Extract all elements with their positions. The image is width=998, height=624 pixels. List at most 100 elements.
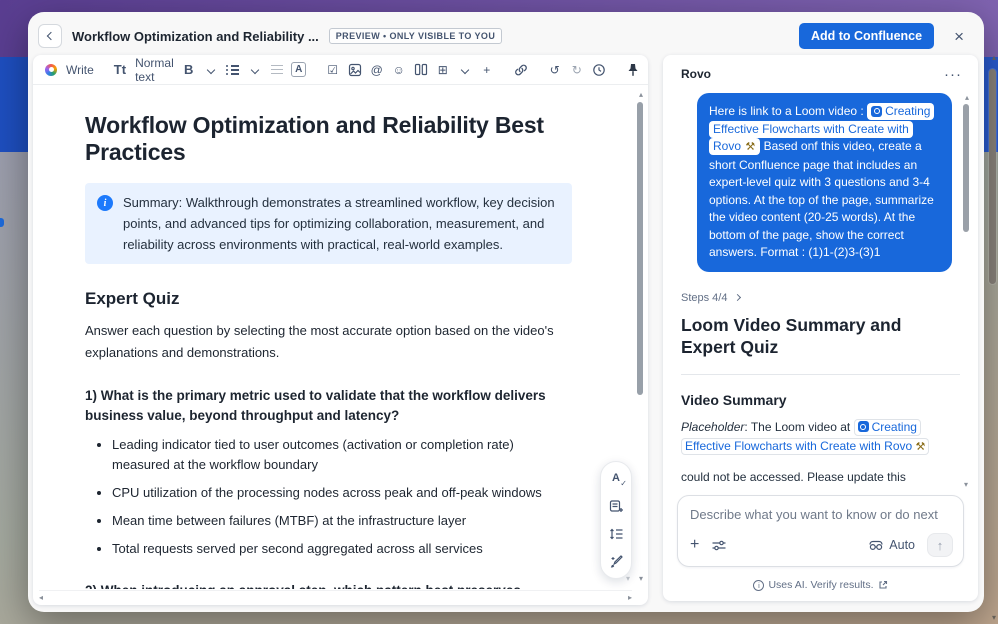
question-2: 2) When introducing an approval step, wh… (85, 581, 572, 589)
composer-actions: + Auto ↑ (690, 533, 953, 557)
result-title: Loom Video Summary and Expert Quiz (681, 314, 902, 357)
sliders-icon (712, 540, 726, 550)
external-link-icon[interactable] (878, 580, 888, 590)
emoji-button[interactable]: ☺ (392, 61, 406, 79)
info-icon: i (753, 579, 765, 591)
page-title: Workflow Optimization and Reliability ..… (72, 28, 319, 44)
text-format-dropdown[interactable] (204, 61, 218, 79)
rovo-scroll-down-icon[interactable]: ▾ (964, 480, 968, 489)
modal-header: Workflow Optimization and Reliability ..… (28, 12, 984, 57)
write-label: Write (66, 62, 94, 77)
list-dropdown[interactable] (248, 61, 262, 79)
text-style-dropdown[interactable]: Tt Normal text (114, 56, 174, 84)
document-title: Workflow Optimization and Reliability Be… (85, 112, 544, 165)
rovo-scrollbar-thumb[interactable] (963, 104, 969, 232)
steps-pager[interactable]: Steps 4/4 (681, 292, 960, 304)
send-button[interactable]: ↑ (927, 533, 953, 557)
video-summary-heading: Video Summary (681, 391, 787, 408)
columns-icon (414, 63, 427, 76)
steps-label: Steps 4/4 (681, 291, 728, 304)
user-message-bubble: Here is link to a Loom video : Creating … (697, 93, 952, 272)
scroll-left-icon[interactable]: ◂ (39, 593, 43, 602)
spellcheck-button[interactable]: A ✓ (607, 470, 627, 488)
image-icon (348, 63, 361, 76)
disclaimer-text: Uses AI. Verify results. (768, 579, 874, 591)
link-button[interactable] (514, 61, 528, 79)
editor-scrollbar-thumb[interactable] (637, 102, 643, 395)
rovo-title: Rovo (681, 67, 711, 81)
close-icon[interactable]: × (954, 28, 964, 45)
text-styles-icon: Tt (113, 62, 127, 77)
list-item: CPU utilization of the processing nodes … (112, 483, 572, 503)
browser-scrollbar-thumb[interactable] (989, 69, 996, 284)
chat-composer: + Auto ↑ (677, 495, 964, 567)
insert-image-button[interactable] (348, 61, 362, 79)
quiz-heading: Expert Quiz (85, 289, 180, 308)
browser-scrollbar[interactable]: ▴ ▾ (986, 45, 998, 624)
editor-toolbar: Write Tt Normal text B A ☑ @ ☺ ⊞ + ↺ ↻ (33, 55, 648, 85)
check-icon: ✓ (620, 479, 627, 488)
ai-disclaimer: i Uses AI. Verify results. (663, 579, 978, 591)
background-accent-dot (0, 218, 4, 227)
editor-panel: Write Tt Normal text B A ☑ @ ☺ ⊞ + ↺ ↻ W… (33, 55, 648, 605)
bullet-list-button[interactable] (226, 61, 240, 79)
document-content[interactable]: Workflow Optimization and Reliability Be… (33, 86, 630, 589)
bullet-list-icon (226, 64, 240, 75)
back-button[interactable] (38, 24, 62, 48)
link-icon (514, 64, 527, 75)
line-spacing-button[interactable] (607, 526, 625, 542)
rovo-scroll-up-icon[interactable]: ▴ (965, 93, 969, 102)
info-panel: i Summary: Walkthrough demonstrates a st… (85, 183, 572, 264)
editor-horizontal-scrollbar[interactable]: ◂ ▸ (39, 590, 632, 602)
rovo-conversation[interactable]: Here is link to a Loom video : Creating … (663, 87, 978, 491)
attach-plus-button[interactable]: + (690, 537, 699, 553)
format-brush-button[interactable] (607, 554, 625, 570)
text-color-button[interactable]: A (291, 61, 307, 79)
scroll-down-icon[interactable]: ▾ (992, 613, 996, 622)
question-1: 1) What is the primary metric used to va… (85, 388, 546, 423)
scroll-up-icon[interactable]: ▴ (992, 53, 996, 62)
scroll-right-icon[interactable]: ▸ (628, 593, 632, 602)
redo-button[interactable]: ↻ (570, 61, 584, 79)
task-list-button[interactable]: ☑ (326, 61, 340, 79)
mention-button[interactable]: @ (370, 61, 384, 79)
more-menu-icon[interactable]: ··· (944, 67, 962, 82)
editor-scroll-down-icon[interactable]: ▾ (626, 574, 630, 583)
page-add-icon (609, 500, 623, 512)
loom-icon (857, 421, 869, 432)
placeholder-rest: : The Loom video at (744, 419, 854, 434)
editor-scroll-down-icon[interactable]: ▾ (639, 574, 643, 583)
desktop-background: { "colors": { "accent_blue": "#1868db", … (0, 0, 998, 624)
write-mode-button[interactable]: Write (45, 63, 94, 77)
video-summary-placeholder: Placeholder: The Loom video at Creating … (681, 418, 956, 457)
add-to-confluence-button[interactable]: Add to Confluence (798, 23, 935, 49)
auto-mode-button[interactable]: Auto (868, 538, 915, 552)
insert-dropdown[interactable] (458, 61, 472, 79)
auto-goggles-icon (869, 540, 883, 550)
text-color-icon: A (291, 62, 307, 77)
divider (681, 373, 960, 375)
bold-button[interactable]: B (182, 61, 196, 79)
loom-icon (871, 105, 883, 117)
preferences-button[interactable] (711, 539, 727, 552)
chevron-right-icon[interactable] (734, 293, 742, 302)
preview-badge: PREVIEW • ONLY VISIBLE TO YOU (328, 28, 503, 44)
line-spacing-icon (609, 528, 622, 540)
pin-toolbar-button[interactable] (626, 61, 640, 79)
version-history-button[interactable] (592, 61, 606, 79)
undo-button[interactable]: ↺ (548, 61, 562, 79)
table-button[interactable]: ⊞ (436, 61, 450, 79)
insert-more-button[interactable]: + (480, 61, 494, 79)
ai-assist-toolbar: A ✓ (600, 461, 632, 579)
info-icon: i (97, 195, 113, 211)
chat-input[interactable] (690, 507, 951, 522)
page-add-button[interactable] (607, 498, 625, 514)
placeholder-label: Placeholder (681, 419, 745, 434)
preview-modal: Workflow Optimization and Reliability ..… (28, 12, 984, 612)
auto-label: Auto (889, 538, 915, 552)
list-item: Mean time between failures (MTBF) at the… (112, 511, 572, 531)
list-item: Total requests served per second aggrega… (112, 539, 572, 559)
editor-scroll-up-icon[interactable]: ▴ (639, 90, 643, 99)
alignment-button[interactable] (270, 61, 284, 79)
layout-button[interactable] (414, 61, 428, 79)
